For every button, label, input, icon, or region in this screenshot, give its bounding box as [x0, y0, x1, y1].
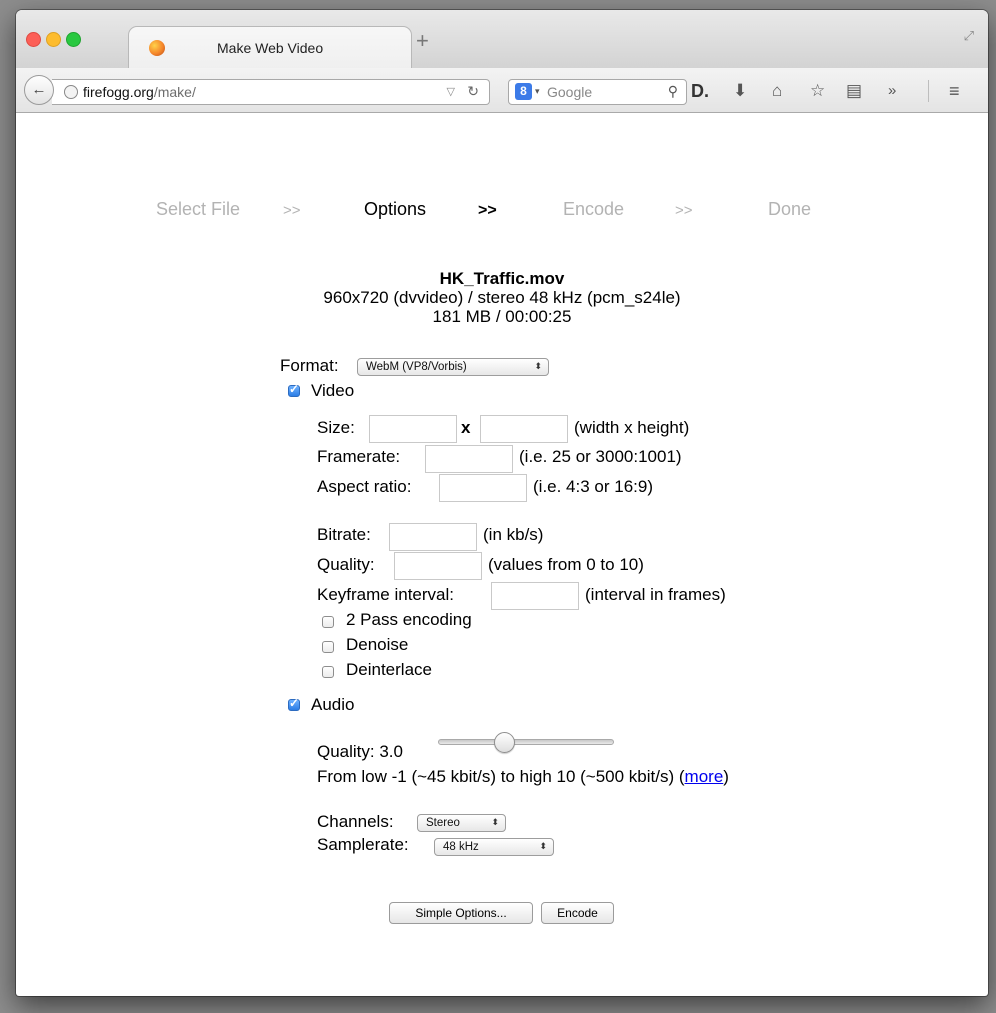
- search-bar[interactable]: 8 ▾ Google ⚲: [508, 79, 687, 105]
- overflow-chevron-icon[interactable]: »: [888, 81, 896, 101]
- menu-icon[interactable]: ≡: [949, 81, 960, 101]
- back-arrow-icon: ←: [31, 81, 47, 98]
- audio-quality-slider-thumb[interactable]: [494, 732, 515, 753]
- two-pass-label: 2 Pass encoding: [346, 610, 472, 629]
- audio-checkbox[interactable]: [288, 696, 300, 711]
- url-domain: firefogg.org: [83, 84, 154, 100]
- bitrate-hint: (in kb/s): [483, 525, 544, 544]
- deinterlace-label: Deinterlace: [346, 660, 432, 679]
- more-link[interactable]: more: [685, 767, 724, 786]
- samplerate-select-value: 48 kHz: [443, 841, 479, 853]
- samplerate-label: Samplerate:: [317, 835, 409, 854]
- select-arrows-icon: ⬍: [534, 361, 542, 371]
- audio-quality-range: From low -1 (~45 kbit/s) to high 10 (~50…: [317, 767, 729, 787]
- search-engine-icon[interactable]: 8: [515, 83, 532, 100]
- close-window-button[interactable]: [26, 32, 41, 47]
- format-select[interactable]: WebM (VP8/Vorbis) ⬍: [357, 358, 549, 376]
- search-placeholder: Google: [547, 84, 593, 100]
- new-tab-button[interactable]: +: [416, 30, 429, 52]
- file-details: 960x720 (dvvideo) / stereo 48 kHz (pcm_s…: [323, 288, 681, 307]
- audio-range-text: From low -1 (~45 kbit/s) to high 10 (~50…: [317, 767, 685, 786]
- audio-quality-slider-track[interactable]: [438, 739, 614, 745]
- select-arrows-icon: ⬍: [539, 841, 547, 851]
- encode-button[interactable]: Encode: [541, 902, 614, 924]
- audio-label: Audio: [311, 695, 355, 714]
- globe-icon: [64, 85, 78, 99]
- framerate-label: Framerate:: [317, 447, 401, 466]
- title-bar: Make Web Video + ⤢: [16, 10, 988, 69]
- framerate-input[interactable]: [425, 445, 513, 473]
- search-icon[interactable]: ⚲: [668, 83, 678, 100]
- downloads-icon[interactable]: ⬇: [733, 81, 747, 101]
- bookmark-star-icon[interactable]: ☆: [810, 81, 825, 101]
- keyframe-interval-hint: (interval in frames): [585, 585, 726, 604]
- samplerate-select[interactable]: 48 kHz ⬍: [434, 838, 554, 856]
- file-info: HK_Traffic.mov 960x720 (dvvideo) / stere…: [16, 269, 988, 326]
- keyframe-interval-label: Keyframe interval:: [317, 585, 454, 604]
- keyframe-interval-input[interactable]: [491, 582, 579, 610]
- two-pass-checkbox[interactable]: [322, 616, 334, 628]
- step-separator: >>: [478, 202, 497, 219]
- maximize-window-button[interactable]: [66, 32, 81, 47]
- browser-tab[interactable]: Make Web Video: [128, 26, 412, 69]
- step-select-file: Select File: [156, 199, 241, 219]
- format-select-value: WebM (VP8/Vorbis): [366, 361, 467, 373]
- size-hint: (width x height): [574, 418, 690, 437]
- file-name: HK_Traffic.mov: [439, 269, 565, 288]
- step-separator: >>: [675, 202, 693, 219]
- bookmarks-menu-icon[interactable]: ▤: [846, 81, 862, 101]
- format-label: Format:: [280, 356, 339, 375]
- channels-select[interactable]: Stereo ⬍: [417, 814, 506, 832]
- denoise-label: Denoise: [346, 635, 409, 654]
- readability-icon[interactable]: D.: [691, 81, 709, 101]
- fullscreen-icon[interactable]: ⤢: [964, 28, 974, 44]
- quality-input[interactable]: [394, 552, 482, 580]
- audio-range-close: ): [723, 767, 729, 786]
- reload-icon[interactable]: ↻: [467, 83, 479, 100]
- quality-label: Quality:: [317, 555, 375, 574]
- toolbar-separator: [928, 80, 929, 102]
- video-label: Video: [311, 381, 355, 400]
- size-label: Size:: [317, 418, 355, 437]
- bitrate-label: Bitrate:: [317, 525, 371, 544]
- aspect-ratio-hint: (i.e. 4:3 or 16:9): [533, 477, 654, 496]
- tab-title: Make Web Video: [217, 40, 324, 56]
- page-content: Select File >> Options >> Encode >> Done…: [16, 113, 988, 996]
- browser-window: Make Web Video + ⤢ firefogg.org/make/ ▽ …: [16, 10, 988, 996]
- size-x-label: x: [461, 418, 471, 437]
- home-icon[interactable]: ⌂: [772, 81, 782, 101]
- width-input[interactable]: [369, 415, 457, 443]
- aspect-ratio-input[interactable]: [439, 474, 527, 502]
- channels-label: Channels:: [317, 812, 394, 831]
- video-checkbox[interactable]: [288, 382, 300, 397]
- quality-hint: (values from 0 to 10): [488, 555, 644, 574]
- step-encode: Encode: [563, 199, 625, 219]
- firefogg-favicon-icon: [149, 40, 165, 56]
- framerate-hint: (i.e. 25 or 3000:1001): [519, 447, 682, 466]
- step-done: Done: [768, 199, 812, 219]
- step-options: Options: [364, 199, 427, 219]
- simple-options-button[interactable]: Simple Options...: [389, 902, 533, 924]
- bitrate-input[interactable]: [389, 523, 477, 551]
- url-history-dropdown-icon[interactable]: ▽: [447, 85, 455, 98]
- select-arrows-icon: ⬍: [491, 817, 499, 827]
- denoise-checkbox[interactable]: [322, 641, 334, 653]
- navigation-toolbar: firefogg.org/make/ ▽ ↻ ← 8 ▾ Google ⚲ D.…: [16, 68, 988, 113]
- audio-quality-label: Quality: 3.0: [317, 742, 403, 761]
- back-button[interactable]: ←: [24, 75, 54, 105]
- aspect-ratio-label: Aspect ratio:: [317, 477, 412, 496]
- file-size-duration: 181 MB / 00:00:25: [432, 307, 572, 326]
- step-separator: >>: [283, 202, 301, 219]
- url-bar[interactable]: firefogg.org/make/ ▽ ↻: [52, 79, 490, 105]
- channels-select-value: Stereo: [426, 817, 460, 829]
- search-engine-dropdown-icon[interactable]: ▾: [535, 86, 540, 97]
- deinterlace-checkbox[interactable]: [322, 666, 334, 678]
- minimize-window-button[interactable]: [46, 32, 61, 47]
- url-path: /make/: [153, 84, 196, 100]
- height-input[interactable]: [480, 415, 568, 443]
